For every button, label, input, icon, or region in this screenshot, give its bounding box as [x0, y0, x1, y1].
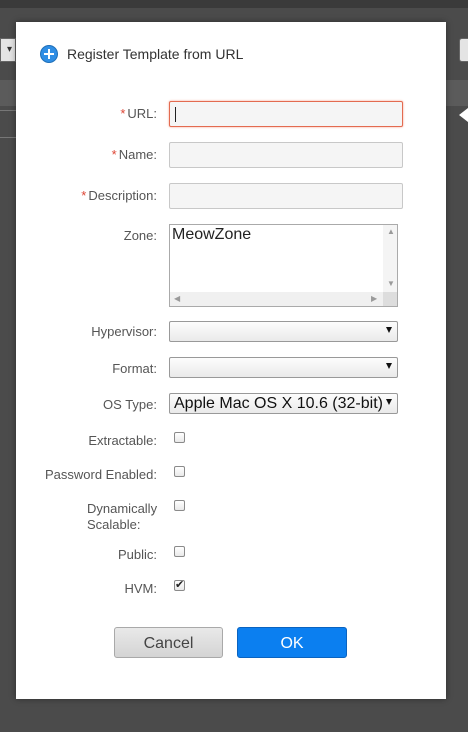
background-strip-left [0, 80, 16, 106]
hypervisor-label: Hypervisor: [91, 324, 157, 339]
extractable-label: Extractable: [88, 433, 157, 448]
zone-listbox[interactable]: MeowZone ▲ ▼ ◀ ▶ [169, 224, 398, 307]
name-label: * Name: [111, 147, 157, 162]
format-label: Format: [112, 361, 157, 376]
extractable-checkbox[interactable] [174, 432, 185, 443]
register-template-dialog: Register Template from URL * URL: * Name: … [16, 22, 446, 699]
background-strip-right [446, 80, 468, 106]
os-type-select[interactable]: Apple Mac OS X 10.6 (32-bit) [169, 393, 398, 414]
background-select-fragment: ▾ [0, 38, 16, 62]
name-input[interactable] [169, 142, 403, 168]
scroll-down-icon[interactable]: ▼ [387, 280, 395, 288]
public-checkbox[interactable] [174, 546, 185, 557]
background-pointer-arrow [459, 108, 468, 122]
hvm-checkbox[interactable]: ✔ [174, 579, 185, 591]
horizontal-scrollbar[interactable]: ◀ ▶ [170, 292, 383, 306]
format-select[interactable] [169, 357, 398, 378]
plus-circle-icon [40, 45, 58, 63]
dynamically-scalable-checkbox[interactable] [174, 500, 185, 511]
text-caret [175, 107, 176, 122]
required-marker: * [120, 106, 126, 121]
dialog-title-text: Register Template from URL [67, 46, 244, 62]
checkmark-icon: ✔ [175, 579, 185, 591]
scroll-right-icon[interactable]: ▶ [371, 295, 377, 303]
description-label: * Description: [81, 188, 157, 203]
background-button-fragment [459, 38, 468, 62]
hypervisor-select[interactable] [169, 321, 398, 342]
os-type-selected: Apple Mac OS X 10.6 (32-bit) [174, 395, 383, 412]
url-label: * URL: [120, 106, 157, 121]
required-marker: * [81, 188, 87, 203]
dropdown-arrow-icon [386, 399, 392, 405]
public-label: Public: [117, 547, 157, 562]
scroll-left-icon[interactable]: ◀ [174, 295, 180, 303]
dialog-title: Register Template from URL [40, 45, 243, 63]
url-input[interactable] [169, 101, 403, 127]
background-row-left [0, 110, 16, 138]
dropdown-arrow-icon [386, 363, 392, 369]
zone-label: Zone: [123, 228, 157, 243]
hvm-label: HVM: [124, 581, 158, 596]
vertical-scrollbar[interactable]: ▲ ▼ [383, 225, 397, 292]
dynamically-scalable-label: Dynamically Scalable: [87, 501, 158, 532]
scroll-up-icon[interactable]: ▲ [387, 228, 395, 236]
password-enabled-checkbox[interactable] [174, 466, 185, 477]
dropdown-arrow-icon [386, 327, 392, 333]
scroll-corner [383, 292, 397, 306]
description-input[interactable] [169, 183, 403, 209]
zone-option[interactable]: MeowZone [172, 226, 251, 244]
cancel-button[interactable]: Cancel [114, 627, 223, 658]
os-type-label: OS Type: [103, 397, 157, 412]
password-enabled-label: Password Enabled: [44, 467, 157, 482]
ok-button[interactable]: OK [237, 627, 347, 658]
background-header-bar [0, 0, 468, 8]
required-marker: * [111, 147, 117, 162]
